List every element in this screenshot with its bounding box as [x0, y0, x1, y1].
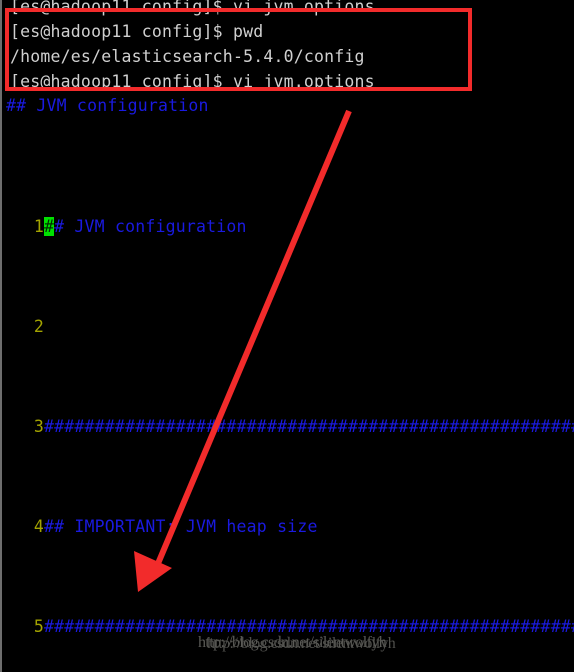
editor-row-text: ########################################… [44, 417, 574, 436]
editor-row[interactable]: 4## IMPORTANT: JVM heap size [6, 514, 574, 539]
shell-scrollback: [es@hadoop11 config]$ vi jvm.options [es… [2, 0, 574, 94]
editor-top-line: ## JVM configuration [6, 96, 209, 115]
line-number: 5 [33, 617, 44, 636]
terminal-screen: [es@hadoop11 config]$ vi jvm.options [es… [0, 0, 574, 672]
shell-line-vi-command: [es@hadoop11 config]$ vi jvm.options [10, 72, 375, 91]
shell-line-pwd-output: /home/es/elasticsearch-5.4.0/config [10, 47, 365, 66]
editor-row[interactable]: 3#######################################… [6, 414, 574, 439]
watermark-text-layer-b: http://blog.csdn.net/silentwolfyh [207, 635, 396, 652]
shell-line-clipped: [es@hadoop11 config]$ vi jvm.options [10, 0, 375, 16]
line-number: 2 [33, 317, 44, 336]
line-number: 1 [33, 217, 44, 236]
editor-row[interactable]: 2 [6, 314, 574, 339]
editor-cursor: # [44, 217, 55, 236]
editor-row[interactable]: 1## JVM configuration [6, 214, 574, 239]
shell-line-pwd-command: [es@hadoop11 config]$ pwd [10, 22, 264, 41]
line-number: 3 [33, 417, 44, 436]
watermark: http://blog.csdn.net/silentwolfyh http:/… [198, 634, 396, 672]
editor-buffer[interactable]: 1## JVM configuration 2 3###############… [6, 139, 574, 672]
line-number: 4 [33, 517, 44, 536]
editor-row-text: # JVM configuration [54, 217, 247, 236]
editor-row-text: ## IMPORTANT: JVM heap size [44, 517, 318, 536]
